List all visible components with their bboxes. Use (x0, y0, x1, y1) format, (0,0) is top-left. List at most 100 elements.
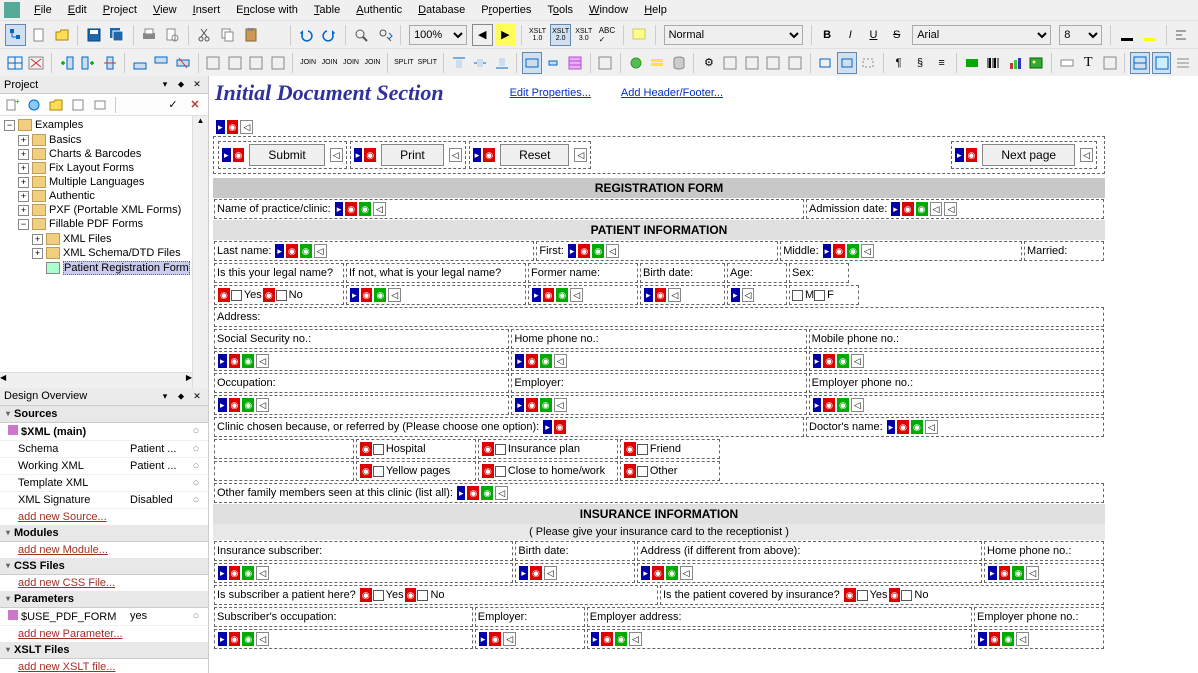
ins-birth-val[interactable]: ▸◉◁ (515, 563, 635, 583)
panel-close-icon[interactable]: ✕ (190, 78, 204, 92)
occupation-val[interactable]: ▸◉◉◁ (214, 395, 509, 415)
pt-add-active-icon[interactable] (69, 96, 89, 114)
ov-xml-sig[interactable]: XML SignatureDisabled○ (0, 492, 208, 509)
design-canvas[interactable]: Initial Document Section Edit Properties… (208, 76, 1198, 673)
panel-dropdown-icon[interactable]: ▾ (158, 78, 172, 92)
section-icon[interactable]: § (910, 52, 929, 74)
tree-item[interactable]: Basics (49, 134, 81, 146)
tree-item[interactable]: Fix Layout Forms (49, 162, 134, 174)
menu-table[interactable]: Table (306, 2, 348, 18)
sub-emp-addr-val[interactable]: ▸◉◉◁ (587, 629, 972, 649)
admission-field[interactable]: Admission date:▸◉◉◁◁ (806, 199, 1104, 219)
tree-hscrollbar[interactable]: ◀▶ (0, 372, 192, 388)
menu-tools[interactable]: Tools (539, 2, 581, 18)
row-ins-below-icon[interactable] (152, 52, 171, 74)
firstname-field[interactable]: First:▸◉◉◁ (536, 241, 778, 261)
menu-project[interactable]: Project (95, 2, 145, 18)
table-ins-icon[interactable] (962, 52, 981, 74)
menu-authentic[interactable]: Authentic (348, 2, 410, 18)
layout2-icon[interactable] (1152, 52, 1171, 74)
tb-e9-icon[interactable] (1100, 52, 1119, 74)
tb-e7-icon[interactable] (764, 52, 783, 74)
ins-addr-field[interactable]: Address (if different from above): (637, 541, 982, 561)
ins-sub-field[interactable]: Insurance subscriber: (214, 541, 513, 561)
layout1-icon[interactable] (1130, 52, 1149, 74)
birth-val[interactable]: ▸◉◁ (640, 285, 725, 305)
project-tree[interactable]: −Examples +Basics +Charts & Barcodes +Fi… (0, 116, 208, 388)
tree-item[interactable]: PXF (Portable XML Forms) (49, 204, 181, 216)
db-icon[interactable] (669, 52, 688, 74)
print-block[interactable]: ▸◉Print◁ (350, 141, 466, 169)
doctor-field[interactable]: Doctor's name:▸◉◉◁ (806, 417, 1104, 437)
valign-top-icon[interactable] (449, 52, 468, 74)
ov-sources-header[interactable]: Sources (0, 406, 208, 423)
reset-button[interactable]: Reset (500, 144, 569, 166)
toggle-schema-tree-icon[interactable] (5, 24, 26, 46)
xslt10-icon[interactable]: XSLT1.0 (527, 24, 548, 46)
legal-q-yn[interactable]: ◉Yes ◉No (214, 285, 344, 305)
col-del-icon[interactable] (100, 52, 119, 74)
fontsize-select[interactable]: 8 (1059, 25, 1102, 45)
table-e2-icon[interactable] (225, 52, 244, 74)
table-props-icon[interactable] (596, 52, 615, 74)
ssn-field[interactable]: Social Security no.: (214, 329, 509, 349)
occupation-field[interactable]: Occupation: (214, 373, 509, 393)
ov-add-param-link[interactable]: add new Parameter... (0, 626, 208, 642)
align-left-icon[interactable] (1172, 24, 1193, 46)
opt-insplan[interactable]: ◉Insurance plan (478, 439, 618, 459)
arrow-left-icon[interactable]: ◀ (472, 24, 493, 46)
para-icon[interactable]: ¶ (889, 52, 908, 74)
query-icon[interactable] (647, 52, 666, 74)
panel-pin-icon[interactable]: ⬥ (174, 389, 188, 403)
connect-icon[interactable] (626, 52, 645, 74)
pt-add-file-icon[interactable]: + (3, 96, 23, 114)
pt-sync-icon[interactable]: ✓ (163, 96, 183, 114)
next-page-button[interactable]: Next page (982, 144, 1075, 166)
practice-field[interactable]: Name of practice/clinic:▸◉◉◁ (214, 199, 804, 219)
menu-database[interactable]: Database (410, 2, 473, 18)
valign-bot-icon[interactable] (492, 52, 511, 74)
menu-enclose[interactable]: Enclose with (228, 2, 306, 18)
sex-mf[interactable]: M F (789, 285, 859, 305)
markup-grid-icon[interactable] (565, 52, 584, 74)
ov-param-row[interactable]: $USE_PDF_FORMyes○ (0, 608, 208, 626)
ov-schema[interactable]: SchemaPatient ...○ (0, 441, 208, 458)
rect-box-icon[interactable] (837, 52, 856, 74)
table-e4-icon[interactable] (268, 52, 287, 74)
ov-xslt-header[interactable]: XSLT Files (0, 642, 208, 659)
empphone-val[interactable]: ▸◉◉◁ (809, 395, 1104, 415)
menu-view[interactable]: View (145, 2, 185, 18)
tree-item[interactable]: Authentic (49, 190, 95, 202)
save-all-icon[interactable] (107, 24, 128, 46)
pt-add-folder-icon[interactable] (47, 96, 67, 114)
covered-q[interactable]: Is the patient covered by insurance? ◉Ye… (660, 585, 1104, 605)
split-h-icon[interactable]: SPLIT (393, 52, 414, 74)
paste-icon[interactable] (240, 24, 261, 46)
former-val[interactable]: ▸◉◉◁ (528, 285, 638, 305)
pt-props-icon[interactable] (91, 96, 111, 114)
sub-emp-phone[interactable]: Employer phone no.: (974, 607, 1104, 627)
sub-occ-val[interactable]: ▸◉◉◁ (214, 629, 473, 649)
print-button[interactable]: Print (381, 144, 444, 166)
tree-item[interactable]: XML Schema/DTD Files (63, 247, 181, 259)
ov-params-header[interactable]: Parameters (0, 591, 208, 608)
ov-css-header[interactable]: CSS Files (0, 558, 208, 575)
panel-close-icon[interactable]: ✕ (190, 389, 204, 403)
opt-friend[interactable]: ◉Friend (620, 439, 720, 459)
menu-insert[interactable]: Insert (185, 2, 229, 18)
chart-icon[interactable] (1005, 52, 1024, 74)
ov-add-css-link[interactable]: add new CSS File... (0, 575, 208, 591)
bg-color-icon[interactable] (1140, 24, 1161, 46)
table-e3-icon[interactable] (246, 52, 265, 74)
next-block[interactable]: ▸◉Next page◁ (951, 141, 1097, 169)
sub-emp-phone-val[interactable]: ▸◉◉◁ (974, 629, 1104, 649)
ins-addr-val[interactable]: ▸◉◉◁ (637, 563, 982, 583)
table-e1-icon[interactable] (204, 52, 223, 74)
underline-icon[interactable]: U (863, 24, 884, 46)
find-next-icon[interactable] (374, 24, 395, 46)
pilcrow-icon[interactable]: ≡ (932, 52, 951, 74)
ov-working-xml[interactable]: Working XMLPatient ...○ (0, 458, 208, 475)
address-field[interactable]: Address: (214, 307, 1104, 327)
tb-e8-icon[interactable] (785, 52, 804, 74)
arrow-right-icon[interactable]: ▶ (495, 24, 516, 46)
